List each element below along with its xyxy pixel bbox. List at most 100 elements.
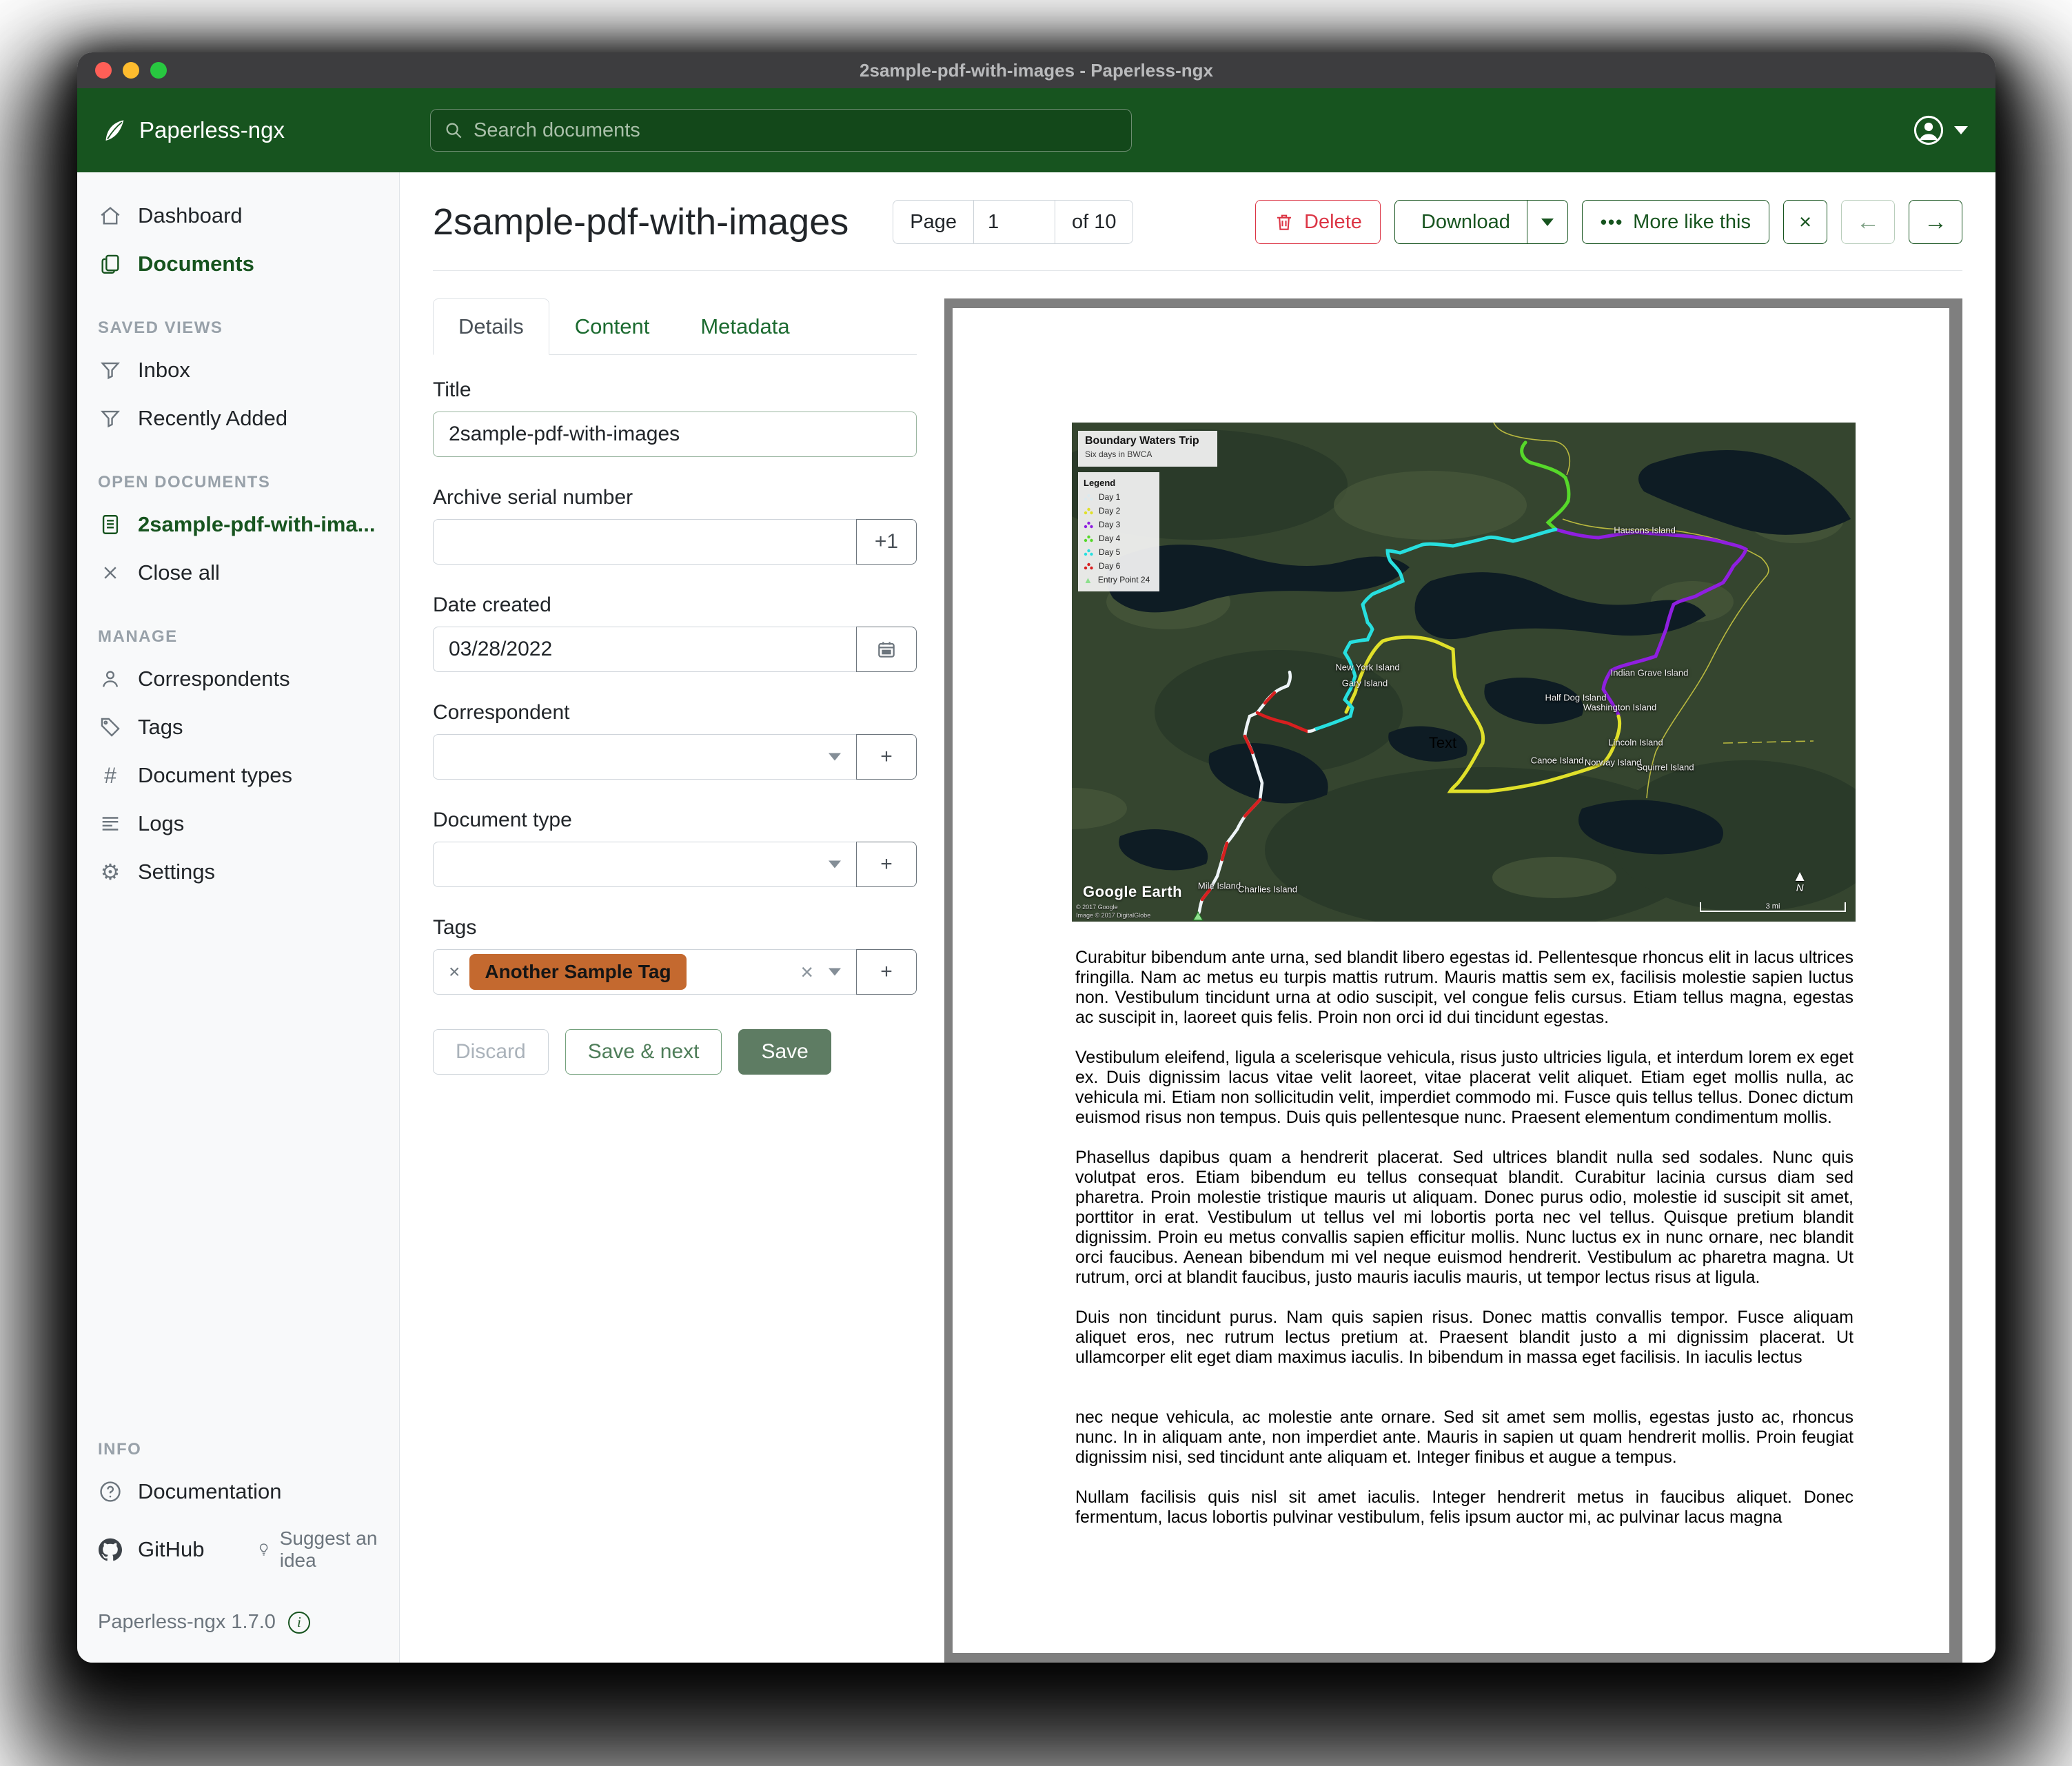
user-menu[interactable] <box>1913 114 1968 146</box>
sidebar-item-label: Dashboard <box>138 203 243 228</box>
correspondent-select[interactable] <box>433 734 856 780</box>
hash-icon: # <box>98 763 123 788</box>
sidebar-item-document-types[interactable]: # Document types <box>77 751 399 800</box>
map-place-label: Indian Grave Island <box>1611 668 1689 678</box>
map-copyright: © 2017 Google Image © 2017 DigitalGlobe <box>1076 903 1150 920</box>
sidebar-item-inbox[interactable]: Inbox <box>77 346 399 394</box>
sidebar-row-github: GitHub Suggest an idea <box>77 1516 399 1583</box>
calendar-button[interactable] <box>856 627 917 672</box>
close-window-button[interactable] <box>95 62 112 79</box>
add-correspondent-button[interactable]: + <box>856 734 917 780</box>
map-place-label: Mile Island <box>1198 881 1241 891</box>
form-actions: Discard Save & next Save <box>433 1029 917 1075</box>
sidebar-item-recently-added[interactable]: Recently Added <box>77 394 399 443</box>
next-document-button[interactable]: → <box>1909 200 1962 244</box>
map-place-label: Squirrel Island <box>1636 762 1694 773</box>
sidebar-heading-info: INFO <box>77 1410 399 1468</box>
sidebar-item-label: Document types <box>138 763 292 788</box>
download-button[interactable]: Download <box>1395 201 1527 243</box>
document-paragraph: Phasellus dapibus quam a hendrerit place… <box>1075 1148 1853 1288</box>
leaf-logo-icon <box>101 116 128 144</box>
brand[interactable]: Paperless-ngx <box>77 116 285 144</box>
asn-field[interactable] <box>433 519 856 565</box>
sidebar-item-label: Inbox <box>138 358 190 383</box>
sidebar-item-correspondents[interactable]: Correspondents <box>77 655 399 703</box>
trash-icon <box>1274 212 1294 232</box>
document-paragraph: Nullam facilisis quis nisl sit amet iacu… <box>1075 1488 1853 1528</box>
map-legend: Legend Day 1 <box>1078 472 1159 591</box>
search-box[interactable] <box>430 109 1132 152</box>
search-input[interactable] <box>474 119 1119 142</box>
sidebar-item-github-label[interactable]: GitHub <box>138 1537 204 1562</box>
add-document-type-button[interactable]: + <box>856 842 917 887</box>
version-text: Paperless-ngx 1.7.0 <box>98 1611 276 1634</box>
sidebar-item-logs[interactable]: Logs <box>77 800 399 848</box>
window-titlebar: 2sample-pdf-with-images - Paperless-ngx <box>77 52 1995 88</box>
minimize-window-button[interactable] <box>123 62 139 79</box>
previous-document-button[interactable]: ← <box>1841 200 1895 244</box>
sidebar-item-settings[interactable]: ⚙ Settings <box>77 848 399 896</box>
sidebar: Dashboard Documents SAVED VIEWS Inbox Re… <box>77 172 400 1663</box>
document-header: 2sample-pdf-with-images Page of 10 Delet… <box>433 200 1962 271</box>
github-icon[interactable] <box>98 1537 123 1562</box>
clear-tags-icon[interactable]: × <box>800 961 813 983</box>
sidebar-item-dashboard[interactable]: Dashboard <box>77 192 399 240</box>
sidebar-item-suggest-idea[interactable]: Suggest an idea <box>256 1528 378 1572</box>
map-scale-bar: 3 mi <box>1700 902 1846 912</box>
date-created-field[interactable] <box>433 627 856 672</box>
calendar-icon <box>875 638 897 660</box>
map-place-label: Washington Island <box>1583 702 1656 713</box>
map-place-label: Charlies Island <box>1238 884 1297 895</box>
map-place-label: New York Island <box>1335 662 1399 673</box>
download-options-button[interactable] <box>1527 201 1567 243</box>
document-form: Details Content Metadata Title Archive s… <box>433 298 917 1663</box>
save-button[interactable]: Save <box>738 1029 831 1075</box>
pdf-preview-pane[interactable]: Boundary Waters Trip Six days in BWCA Le… <box>944 298 1962 1663</box>
filter-icon <box>98 406 123 431</box>
sidebar-heading-open-documents: OPEN DOCUMENTS <box>77 443 399 500</box>
asn-plus-one-button[interactable]: +1 <box>856 519 917 565</box>
sidebar-item-documents[interactable]: Documents <box>77 240 399 288</box>
page-title: 2sample-pdf-with-images <box>433 201 849 243</box>
info-icon[interactable]: i <box>288 1612 310 1634</box>
legend-title: Legend <box>1084 478 1154 488</box>
tab-details[interactable]: Details <box>433 298 549 355</box>
sidebar-item-close-all[interactable]: Close all <box>77 549 399 597</box>
chevron-down-icon <box>829 861 841 869</box>
zoom-window-button[interactable] <box>150 62 167 79</box>
delete-button[interactable]: Delete <box>1255 200 1381 244</box>
page-number-input[interactable] <box>974 201 1055 243</box>
lightbulb-icon <box>256 1539 271 1560</box>
entry-point-icon: ▲ <box>1084 576 1093 585</box>
document-type-select[interactable] <box>433 842 856 887</box>
tags-select[interactable]: × Another Sample Tag × <box>433 949 856 995</box>
map-place-label: Lincoln Island <box>1608 738 1663 748</box>
dots-icon: ••• <box>1601 212 1623 233</box>
document-type-label: Document type <box>433 809 917 832</box>
discard-button[interactable]: Discard <box>433 1029 549 1075</box>
legend-entry: Day 3 <box>1084 520 1154 529</box>
sidebar-item-documentation[interactable]: Documentation <box>77 1468 399 1516</box>
map-subtitle: Six days in BWCA <box>1085 449 1210 459</box>
add-tag-button[interactable]: + <box>856 949 917 995</box>
window-title: 2sample-pdf-with-images - Paperless-ngx <box>860 60 1213 81</box>
tag-chip[interactable]: Another Sample Tag <box>469 954 686 990</box>
more-like-this-button[interactable]: ••• More like this <box>1582 200 1769 244</box>
document-map-figure: Boundary Waters Trip Six days in BWCA Le… <box>1072 423 1856 922</box>
map-place-label: Norway Island <box>1585 758 1641 768</box>
sidebar-item-label: Tags <box>138 715 183 740</box>
title-field[interactable] <box>433 412 917 457</box>
sidebar-item-tags[interactable]: Tags <box>77 703 399 751</box>
tab-content[interactable]: Content <box>549 298 676 355</box>
sidebar-item-open-document[interactable]: 2sample-pdf-with-ima... <box>77 500 399 549</box>
save-and-next-button[interactable]: Save & next <box>565 1029 722 1075</box>
chevron-down-icon <box>1541 219 1554 226</box>
remove-tag-icon[interactable]: × <box>449 961 460 983</box>
detail-tabs: Details Content Metadata <box>433 298 917 355</box>
close-document-button[interactable]: × <box>1783 200 1827 244</box>
download-split-button: Download <box>1394 200 1568 244</box>
tab-metadata[interactable]: Metadata <box>675 298 815 355</box>
document-toolbar: Delete Download ••• More like this <box>1255 200 1962 244</box>
brand-name: Paperless-ngx <box>139 117 285 143</box>
sidebar-item-label: 2sample-pdf-with-ima... <box>138 512 375 537</box>
